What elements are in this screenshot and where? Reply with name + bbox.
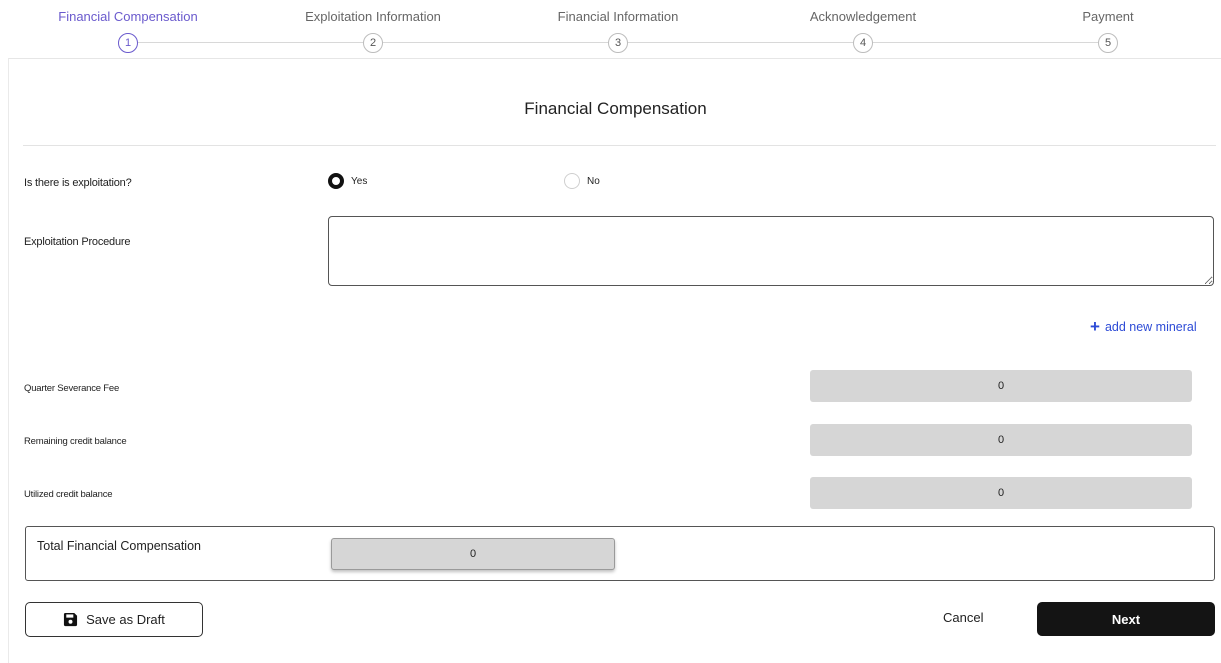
step-label: Financial Information bbox=[557, 9, 679, 24]
remaining-credit-balance-label: Remaining credit balance bbox=[24, 436, 127, 447]
step-number: 5 bbox=[1098, 33, 1118, 53]
total-financial-compensation-label: Total Financial Compensation bbox=[37, 539, 201, 553]
save-as-draft-button[interactable]: Save as Draft bbox=[25, 602, 203, 637]
add-new-mineral-label: add new mineral bbox=[1104, 320, 1197, 334]
add-new-mineral-link[interactable]: + add new mineral bbox=[1090, 317, 1197, 336]
step-label: Financial Compensation bbox=[58, 9, 198, 24]
title-divider bbox=[23, 145, 1216, 146]
procedure-label: Exploitation Procedure bbox=[24, 236, 131, 248]
step-number: 1 bbox=[118, 33, 138, 53]
save-as-draft-label: Save as Draft bbox=[86, 612, 165, 627]
step-number: 4 bbox=[853, 33, 873, 53]
step-exploitation-information[interactable]: Exploitation Information 2 bbox=[253, 0, 493, 53]
floppy-disk-icon bbox=[64, 612, 78, 627]
step-number: 3 bbox=[608, 33, 628, 53]
quarter-severance-fee-field[interactable] bbox=[810, 370, 1192, 402]
radio-checked-icon[interactable] bbox=[328, 173, 344, 189]
step-label: Exploitation Information bbox=[305, 9, 441, 24]
utilized-credit-balance-field[interactable] bbox=[810, 477, 1192, 509]
radio-unchecked-icon[interactable] bbox=[564, 173, 580, 189]
step-acknowledgement[interactable]: Acknowledgement 4 bbox=[743, 0, 983, 53]
step-financial-compensation[interactable]: Financial Compensation 1 bbox=[8, 0, 248, 53]
plus-icon: + bbox=[1090, 317, 1100, 336]
next-button[interactable]: Next bbox=[1037, 602, 1215, 636]
wizard-stepper: Financial Compensation 1 Exploitation In… bbox=[0, 0, 1221, 58]
step-label: Payment bbox=[1082, 9, 1134, 24]
radio-no[interactable]: No bbox=[564, 173, 600, 189]
exploitation-question-label: Is there is exploitation? bbox=[24, 177, 132, 189]
utilized-credit-balance-label: Utilized credit balance bbox=[24, 489, 113, 500]
form-title: Financial Compensation bbox=[524, 99, 707, 118]
step-label: Acknowledgement bbox=[809, 9, 917, 24]
total-financial-compensation-field[interactable] bbox=[331, 538, 615, 570]
step-payment[interactable]: Payment 5 bbox=[988, 0, 1221, 53]
radio-no-label: No bbox=[587, 175, 600, 187]
radio-yes[interactable]: Yes bbox=[328, 173, 367, 189]
step-financial-information[interactable]: Financial Information 3 bbox=[498, 0, 738, 53]
form-card: Financial Compensation Is there is explo… bbox=[8, 58, 1221, 663]
remaining-credit-balance-field[interactable] bbox=[810, 424, 1192, 456]
radio-yes-label: Yes bbox=[351, 175, 368, 187]
cancel-button[interactable]: Cancel bbox=[939, 608, 987, 627]
total-financial-compensation-box: Total Financial Compensation bbox=[25, 526, 1215, 581]
quarter-severance-fee-label: Quarter Severance Fee bbox=[24, 383, 120, 394]
step-number: 2 bbox=[363, 33, 383, 53]
procedure-textarea[interactable] bbox=[328, 216, 1214, 286]
